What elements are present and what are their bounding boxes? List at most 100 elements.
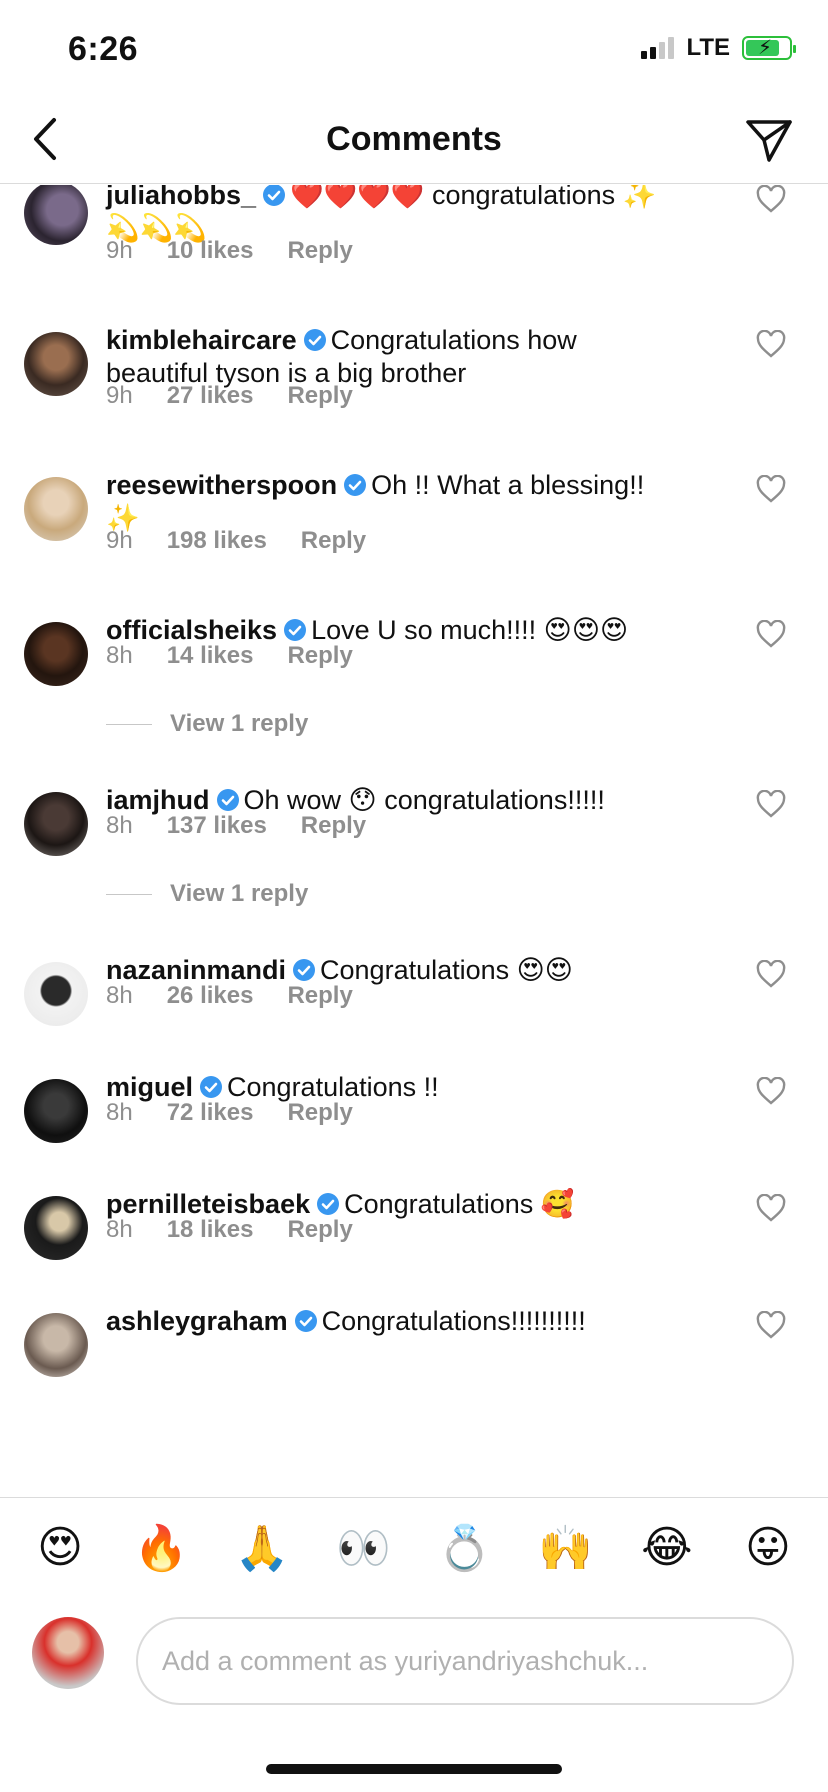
avatar[interactable] [24,185,88,245]
emoji-pray-button[interactable]: 🙏 [232,1522,292,1574]
heart-icon[interactable] [756,620,786,648]
comment-likes[interactable]: 27 likes [167,382,254,410]
verified-badge-icon [216,789,239,811]
comment-text: kimblehaircare Congratulations how beauti… [106,324,716,390]
avatar[interactable] [24,1313,88,1377]
comment-likes[interactable]: 26 likes [167,982,254,1010]
comment-input[interactable] [136,1617,794,1705]
comment-meta: 8h 72 likes Reply [106,1099,353,1127]
header: Comments [0,98,828,184]
reply-button[interactable]: Reply [287,982,352,1010]
heart-icon[interactable] [756,1077,786,1105]
reply-button[interactable]: Reply [287,1099,352,1127]
comment-meta: 8h 18 likes Reply [106,1216,353,1244]
verified-badge-icon [293,959,316,981]
comment-message: Oh wow 😯 congratulations!!!!! [243,785,605,815]
emoji-quick-bar: 😍 🔥 🙏 👀 💍 🙌 😂 😛 [0,1497,828,1597]
emoji-ring-button[interactable]: 💍 [435,1522,495,1574]
comment-username[interactable]: pernilleteisbaek [106,1189,310,1219]
avatar[interactable] [24,622,88,686]
view-replies-button[interactable]: View 1 reply [106,880,308,908]
emoji-fire-button[interactable]: 🔥 [131,1522,191,1574]
comment-username[interactable]: reesewitherspoon [106,470,337,500]
status-bar: 6:26 LTE ⚡ [0,0,828,98]
comment-likes[interactable]: 72 likes [167,1099,254,1127]
avatar[interactable] [24,962,88,1026]
heart-icon[interactable] [756,1194,786,1222]
reply-button[interactable]: Reply [287,237,352,265]
comments-list[interactable]: juliahobbs_ ❤️❤️❤️❤️ congratulations ✨ 💫💫… [0,185,828,1497]
view-replies-label: View 1 reply [170,880,309,907]
network-type: LTE [686,34,730,61]
reply-button[interactable]: Reply [287,1216,352,1244]
verified-badge-icon [263,185,286,206]
heart-icon[interactable] [756,185,786,213]
comment-username[interactable]: juliahobbs_ [106,185,256,210]
comment-likes[interactable]: 10 likes [167,237,254,265]
comment-message: Oh !! What a blessing!! [371,470,645,500]
comment-message: ❤️❤️❤️❤️ congratulations ✨ [290,185,657,210]
view-replies-button[interactable]: View 1 reply [106,710,308,738]
comment-composer [0,1597,828,1717]
page-title: Comments [326,120,502,158]
comment-text: ashleygraham Congratulations!!!!!!!!!! [106,1305,716,1338]
heart-icon[interactable] [756,960,786,988]
comment-text: juliahobbs_ ❤️❤️❤️❤️ congratulations ✨ 💫💫… [106,185,716,245]
comment-meta: 8h 26 likes Reply [106,982,353,1010]
comment-time: 8h [106,1099,133,1126]
heart-icon[interactable] [756,475,786,503]
avatar[interactable] [24,792,88,856]
comment-message: Love U so much!!!! 😍😍😍 [311,615,629,645]
home-indicator[interactable] [266,1764,562,1774]
comment-time: 9h [106,382,133,409]
emoji-heart-eyes-button[interactable]: 😍 [30,1522,90,1573]
view-replies-label: View 1 reply [170,710,309,737]
reply-button[interactable]: Reply [301,527,366,555]
comment-meta: 8h 14 likes Reply [106,642,353,670]
comment-likes[interactable]: 198 likes [167,527,267,555]
comment-time: 9h [106,237,133,264]
heart-icon[interactable] [756,1311,786,1339]
comment-time: 8h [106,642,133,669]
avatar[interactable] [24,332,88,396]
reply-button[interactable]: Reply [287,642,352,670]
comment-username[interactable]: ashleygraham [106,1306,288,1336]
reply-button[interactable]: Reply [301,812,366,840]
comment-message: Congratulations 😍😍 [320,955,573,985]
avatar[interactable] [24,477,88,541]
comment-username[interactable]: iamjhud [106,785,210,815]
heart-icon[interactable] [756,790,786,818]
verified-badge-icon [284,619,307,641]
battery-charging-icon: ⚡ [742,36,796,60]
comment-message: Congratulations 🥰 [344,1189,575,1219]
share-button[interactable] [744,114,794,164]
comment-message: Congratulations how [330,325,577,355]
comment-meta: 8h 137 likes Reply [106,812,366,840]
comment-meta: 9h 198 likes Reply [106,527,366,555]
comment-message: Congratulations !! [227,1072,439,1102]
avatar[interactable] [24,1079,88,1143]
comment-likes[interactable]: 18 likes [167,1216,254,1244]
emoji-eyes-button[interactable]: 👀 [333,1522,393,1574]
emoji-tongue-button[interactable]: 😛 [738,1522,798,1573]
comment-username[interactable]: officialsheiks [106,615,277,645]
verified-badge-icon [294,1310,317,1332]
avatar[interactable] [24,1196,88,1260]
reply-button[interactable]: Reply [287,382,352,410]
comment-likes[interactable]: 14 likes [167,642,254,670]
comment-username[interactable]: kimblehaircare [106,325,297,355]
comment-likes[interactable]: 137 likes [167,812,267,840]
comment-time: 9h [106,527,133,554]
heart-icon[interactable] [756,330,786,358]
comment-text: reesewitherspoon Oh !! What a blessing!! … [106,469,716,535]
emoji-joy-button[interactable]: 😂 [637,1522,697,1573]
comment-username[interactable]: nazaninmandi [106,955,286,985]
comment-username[interactable]: miguel [106,1072,193,1102]
comment-message: Congratulations!!!!!!!!!! [321,1306,586,1336]
emoji-raised-hands-button[interactable]: 🙌 [536,1522,596,1574]
comment-meta: 9h 27 likes Reply [106,382,353,410]
current-user-avatar[interactable] [32,1617,104,1689]
status-time: 6:26 [68,30,139,68]
verified-badge-icon [303,329,326,351]
comment-time: 8h [106,1216,133,1243]
